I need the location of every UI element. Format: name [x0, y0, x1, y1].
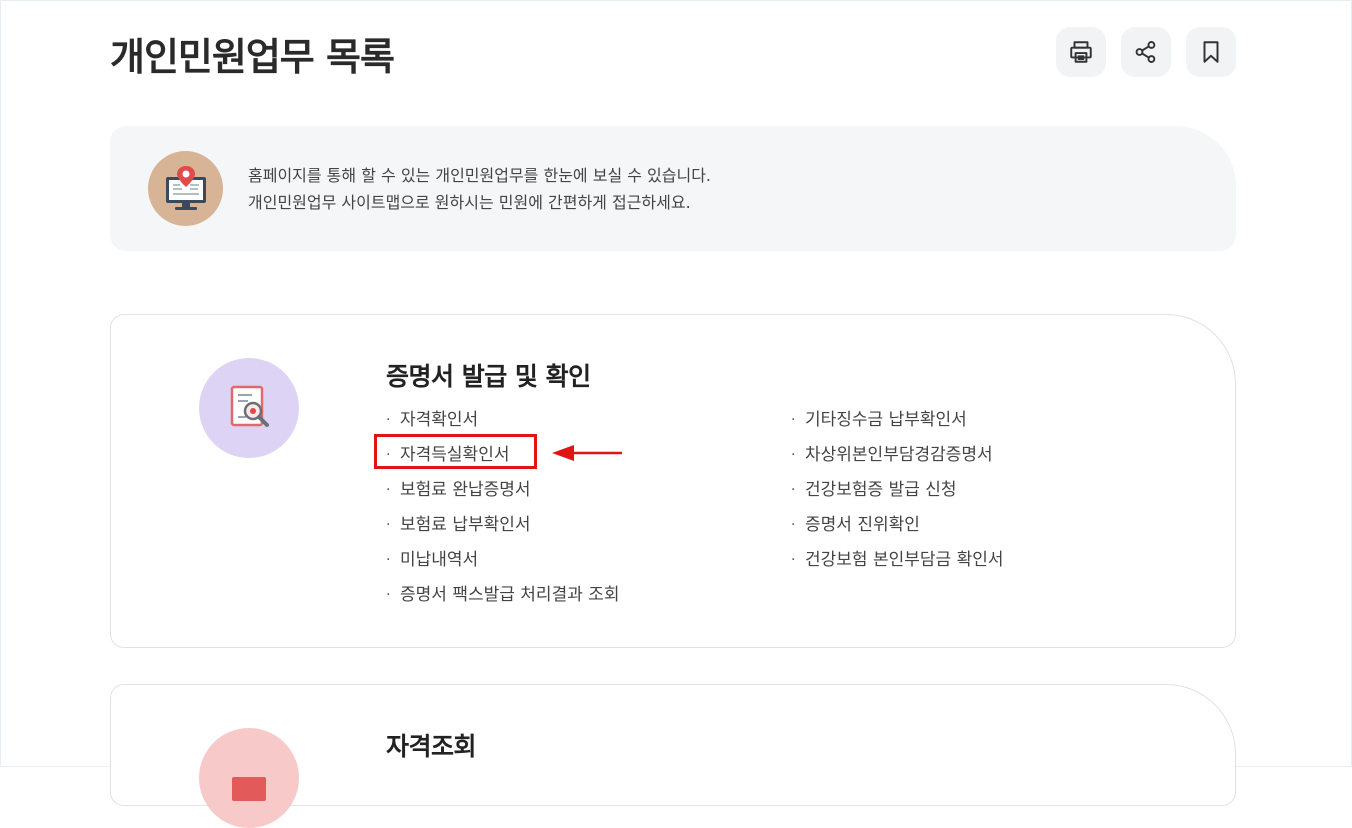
- id-card-icon: [199, 728, 299, 828]
- bullet: ·: [386, 552, 391, 568]
- section-title: 자격조회: [386, 732, 477, 761]
- print-icon: [1070, 41, 1092, 63]
- bullet: ·: [386, 412, 391, 428]
- link-near-poverty-reduction-certificate[interactable]: · 차상위본인부담경감증명서: [791, 438, 1004, 473]
- section-title: 증명서 발급 및 확인: [386, 362, 591, 391]
- intro-line-1: 홈페이지를 통해 할 수 있는 개인민원업무를 한눈에 보실 수 있습니다.: [248, 166, 712, 185]
- link-fax-issue-result[interactable]: · 증명서 팩스발급 처리결과 조회: [386, 578, 620, 613]
- link-qualification-certificate[interactable]: · 자격확인서: [386, 403, 620, 438]
- print-button[interactable]: [1056, 27, 1106, 77]
- bullet: ·: [386, 482, 391, 498]
- bookmark-icon: [1203, 41, 1219, 63]
- page-title: 개인민원업무 목록: [110, 35, 395, 79]
- bullet: ·: [386, 517, 391, 533]
- link-insurance-card-request[interactable]: · 건강보험증 발급 신청: [791, 473, 1004, 508]
- link-premium-full-payment-certificate[interactable]: · 보험료 완납증명서: [386, 473, 620, 508]
- bullet: ·: [791, 482, 796, 498]
- share-button[interactable]: [1121, 27, 1171, 77]
- intro-box: 홈페이지를 통해 할 수 있는 개인민원업무를 한눈에 보실 수 있습니다. 개…: [110, 126, 1236, 251]
- bullet: ·: [791, 412, 796, 428]
- link-unpaid-details[interactable]: · 미납내역서: [386, 543, 620, 578]
- section-certificates: 증명서 발급 및 확인 · 자격확인서 · 자격득실확인서 · 보험료 완납증명서 ·…: [110, 314, 1236, 648]
- highlight-box: [374, 434, 537, 469]
- document-search-icon: [199, 358, 299, 458]
- bullet: ·: [386, 587, 391, 603]
- bullet: ·: [791, 447, 796, 463]
- bullet: ·: [791, 517, 796, 533]
- section-qualification-inquiry: 자격조회: [110, 684, 1236, 828]
- bookmark-button[interactable]: [1186, 27, 1236, 77]
- link-copayment-confirmation[interactable]: · 건강보험 본인부담금 확인서: [791, 543, 1004, 578]
- link-certificate-authenticity-check[interactable]: · 증명서 진위확인: [791, 508, 1004, 543]
- share-icon: [1135, 41, 1156, 63]
- link-other-collection-payment[interactable]: · 기타징수금 납부확인서: [791, 403, 1004, 438]
- link-premium-payment-confirmation[interactable]: · 보험료 납부확인서: [386, 508, 620, 543]
- right-link-list: · 기타징수금 납부확인서 · 차상위본인부담경감증명서 · 건강보험증 발급 신청 …: [791, 403, 1004, 578]
- monitor-location-icon: [148, 151, 223, 226]
- bullet: ·: [791, 552, 796, 568]
- red-arrow-left-icon: [552, 445, 622, 461]
- intro-line-2: 개인민원업무 사이트맵으로 원하시는 민원에 간편하게 접근하세요.: [248, 193, 691, 212]
